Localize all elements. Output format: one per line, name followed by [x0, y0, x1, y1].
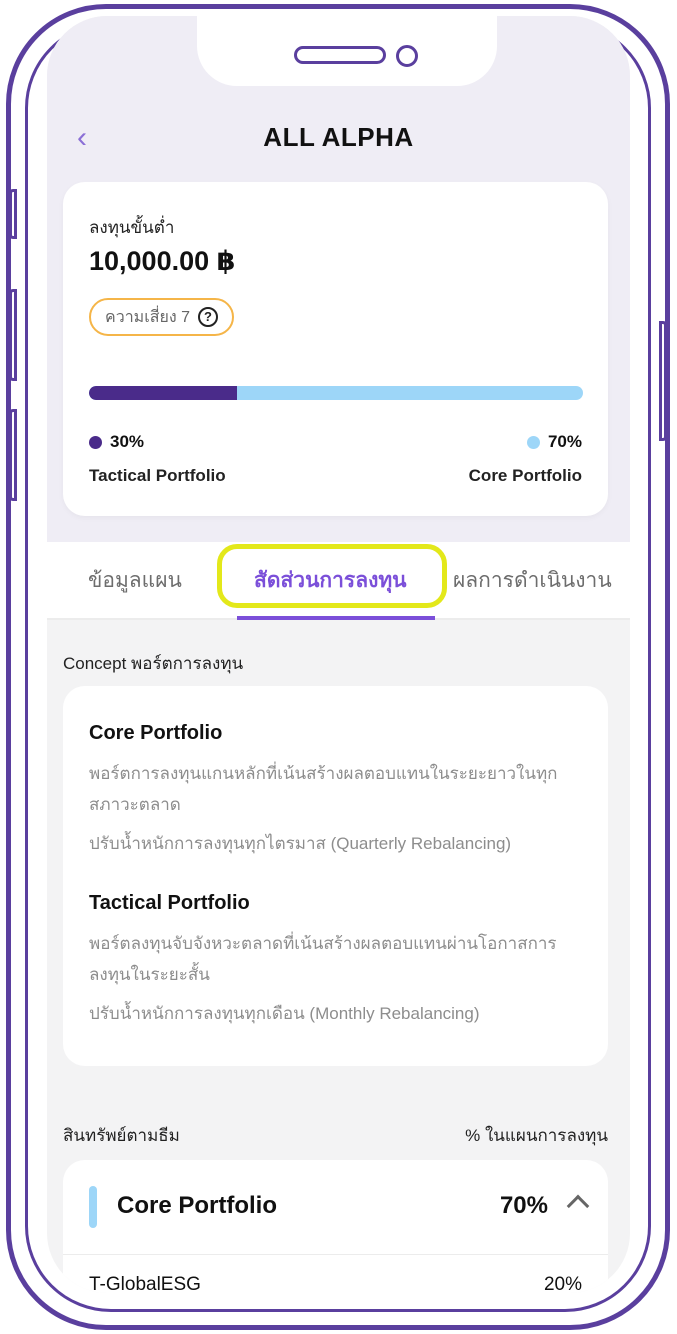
- plan-header: ‹ ALL ALPHA ลงทุนขั้นต่ำ 10,000.00 ฿ ควา…: [47, 16, 630, 542]
- risk-label: ความเสี่ยง 7: [105, 308, 190, 326]
- legend-core: 70% Core Portfolio: [469, 432, 582, 486]
- concept-tactical-title: Tactical Portfolio: [89, 892, 250, 914]
- camera-icon: [396, 45, 418, 67]
- chevron-up-icon[interactable]: [566, 1194, 590, 1218]
- tab-highlight-ring: [217, 544, 447, 608]
- page-title: ALL ALPHA: [263, 122, 414, 152]
- assets-pct-header: % ในแผนการลงทุน: [465, 1126, 608, 1145]
- tab-plan-info[interactable]: ข้อมูลแผน: [88, 564, 182, 597]
- phone-side-button: [659, 321, 667, 441]
- speaker-icon: [294, 46, 386, 64]
- concept-card: Core Portfolio พอร์ตการลงทุนแกนหลักที่เน…: [63, 686, 608, 1066]
- assets-section-label: สินทรัพย์ตามธีม: [63, 1126, 180, 1145]
- asset-group-pct: 70%: [499, 1192, 548, 1219]
- tab-performance[interactable]: ผลการดำเนินงาน: [453, 564, 612, 597]
- min-invest-value: 10,000.00 ฿: [89, 246, 236, 276]
- core-name: Core Portfolio: [468, 466, 582, 485]
- fund-name: T-GlobalESG: [89, 1274, 201, 1293]
- tactical-name: Tactical Portfolio: [89, 466, 226, 485]
- allocation-bar: [89, 386, 583, 400]
- asset-group-name: Core Portfolio: [117, 1192, 277, 1219]
- active-tab-indicator: [237, 616, 435, 620]
- tactical-pct: 30%: [110, 432, 145, 451]
- phone-side-button: [9, 409, 17, 501]
- group-accent-bar: [89, 1186, 97, 1228]
- concept-core-title: Core Portfolio: [89, 722, 223, 744]
- core-dot-icon: [526, 435, 540, 449]
- phone-side-button: [9, 289, 17, 381]
- concept-core-desc: พอร์ตการลงทุนแกนหลักที่เน้นสร้างผลตอบแทน…: [89, 764, 558, 814]
- phone-side-button: [9, 189, 17, 239]
- min-invest-label: ลงทุนขั้นต่ำ: [89, 218, 175, 237]
- plan-summary-card: ลงทุนขั้นต่ำ 10,000.00 ฿ ความเสี่ยง 7 ? …: [63, 182, 608, 516]
- allocation-bar-tactical-fill: [89, 386, 238, 400]
- question-circle-icon[interactable]: ?: [197, 307, 218, 327]
- concept-tactical-desc: พอร์ตลงทุนจับจังหวะตลาดที่เน้นสร้างผลตอบ…: [89, 934, 557, 984]
- legend-tactical: 30% Tactical Portfolio: [89, 432, 226, 486]
- concept-tactical-rebalance: ปรับน้ำหนักการลงทุนทุกเดือน (Monthly Reb…: [89, 1004, 480, 1023]
- concept-core-rebalance: ปรับน้ำหนักการลงทุนทุกไตรมาส (Quarterly …: [89, 834, 512, 853]
- fund-pct: 20%: [543, 1274, 582, 1293]
- divider: [63, 1254, 608, 1255]
- concept-section-label: Concept พอร์ตการลงทุน: [63, 654, 244, 673]
- core-pct: 70%: [547, 432, 582, 451]
- assets-card: Core Portfolio 70% T-GlobalESG 20%: [63, 1160, 608, 1293]
- app-screen: ‹ ALL ALPHA ลงทุนขั้นต่ำ 10,000.00 ฿ ควา…: [47, 16, 630, 1293]
- tactical-dot-icon: [89, 435, 102, 449]
- risk-badge[interactable]: ความเสี่ยง 7 ?: [89, 298, 234, 336]
